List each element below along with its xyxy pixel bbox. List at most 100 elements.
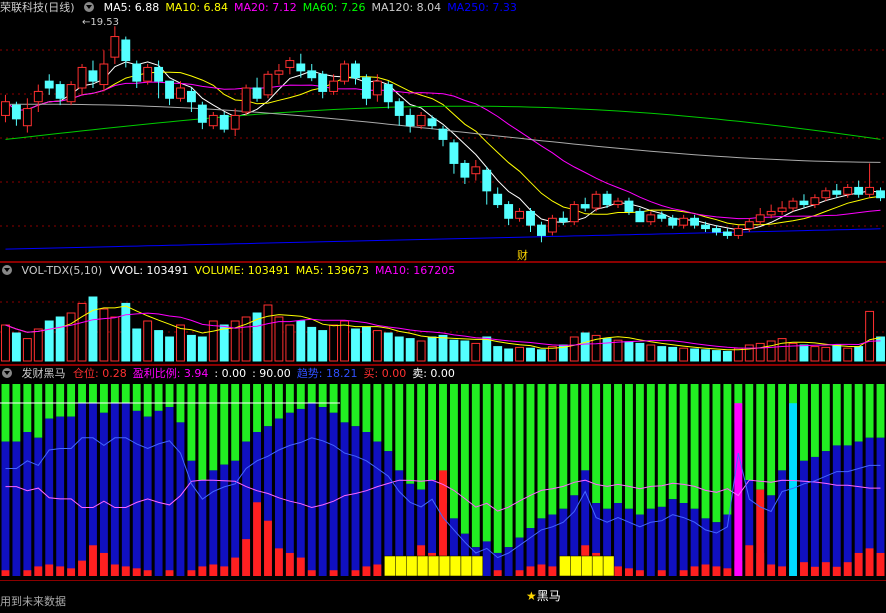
candle-body bbox=[55, 84, 65, 99]
volume-bar bbox=[307, 326, 317, 362]
indicator-green-bar bbox=[165, 384, 174, 408]
candle-body bbox=[821, 190, 831, 199]
candle-body bbox=[143, 66, 153, 82]
indicator-green-bar bbox=[778, 384, 787, 471]
candle-body bbox=[121, 39, 131, 62]
indicator-blue-bar bbox=[843, 445, 852, 576]
candle-body bbox=[613, 200, 623, 206]
candle-body bbox=[777, 207, 787, 212]
volume-bar bbox=[427, 336, 437, 362]
indicator-green-bar bbox=[504, 384, 513, 548]
black-horse-block bbox=[591, 555, 604, 577]
indicator-green-bar bbox=[657, 384, 666, 507]
indicator-green-bar bbox=[635, 384, 644, 515]
indicator-blue-bar bbox=[56, 416, 65, 576]
volume-bar bbox=[219, 324, 229, 362]
black-horse-block bbox=[438, 555, 451, 577]
candle-body bbox=[865, 186, 875, 195]
position-bar bbox=[296, 557, 305, 576]
indicator-chart[interactable] bbox=[0, 366, 886, 580]
indicator-green-bar bbox=[690, 384, 699, 509]
indicator-green-bar bbox=[78, 384, 86, 404]
volume-bar bbox=[690, 348, 700, 362]
indicator-green-bar bbox=[45, 384, 54, 419]
candle-body bbox=[307, 70, 317, 79]
position-bar bbox=[242, 539, 251, 576]
signal-bar bbox=[734, 403, 743, 576]
volume-bar bbox=[460, 340, 470, 362]
indicator-blue-bar bbox=[67, 416, 76, 576]
volume-bar bbox=[154, 330, 164, 362]
volume-bar bbox=[132, 328, 142, 362]
volume-bar bbox=[777, 338, 787, 362]
position-bar bbox=[45, 564, 54, 576]
position-bar bbox=[209, 564, 218, 576]
black-horse-block bbox=[395, 555, 407, 577]
candle-body bbox=[493, 193, 503, 206]
candle-body bbox=[854, 186, 864, 195]
indicator-green-bar bbox=[876, 384, 885, 438]
candle-body bbox=[329, 80, 339, 92]
candle-body bbox=[219, 114, 229, 130]
indicator-green-bar bbox=[362, 384, 371, 432]
volume-bar bbox=[471, 342, 481, 362]
candle-body bbox=[340, 63, 349, 82]
volume-bar bbox=[394, 336, 404, 362]
position-bar bbox=[110, 564, 119, 576]
position-bar bbox=[712, 566, 721, 576]
indicator-green-bar bbox=[264, 384, 272, 427]
candle-body bbox=[690, 217, 700, 226]
position-bar bbox=[865, 548, 874, 576]
position-bar bbox=[843, 562, 852, 576]
indicator-blue-bar bbox=[110, 403, 119, 576]
volume-chart[interactable] bbox=[0, 262, 886, 365]
black-horse-block bbox=[581, 555, 593, 577]
ma20-line bbox=[5, 81, 881, 220]
indicator-blue-bar bbox=[1, 441, 10, 576]
indicator-green-bar bbox=[581, 384, 590, 471]
indicator-green-bar bbox=[865, 384, 874, 438]
position-bar bbox=[778, 566, 787, 576]
volume-bar bbox=[821, 346, 831, 362]
indicator-green-bar bbox=[373, 384, 382, 442]
indicator-blue-bar bbox=[165, 407, 174, 576]
indicator-green-bar bbox=[800, 384, 808, 461]
volume-bar bbox=[66, 312, 76, 362]
ma10-line bbox=[5, 71, 881, 226]
volume-bar bbox=[613, 339, 623, 362]
indicator-green-bar bbox=[1, 384, 10, 442]
indicator-blue-bar bbox=[340, 422, 349, 576]
position-bar bbox=[635, 570, 644, 576]
indicator-green-bar bbox=[34, 384, 43, 438]
candle-body bbox=[405, 114, 415, 127]
candle-body bbox=[580, 204, 590, 209]
indicator-blue-bar bbox=[635, 514, 644, 576]
volume-bar bbox=[755, 342, 765, 362]
indicator-blue-bar bbox=[800, 460, 808, 576]
candle-body bbox=[351, 63, 360, 79]
position-bar bbox=[767, 564, 776, 576]
indicator-green-bar bbox=[67, 384, 76, 417]
candle-body bbox=[722, 231, 732, 236]
volume-bar bbox=[22, 338, 32, 362]
indicator-blue-bar bbox=[778, 470, 787, 576]
candle-body bbox=[602, 193, 612, 206]
indicator-green-bar bbox=[99, 384, 108, 413]
indicator-green-bar bbox=[417, 384, 426, 490]
indicator-green-bar bbox=[559, 384, 568, 509]
indicator-blue-bar bbox=[99, 412, 108, 576]
position-bar bbox=[625, 568, 633, 576]
position-bar bbox=[723, 568, 732, 576]
volume-bar bbox=[624, 341, 634, 362]
indicator-green-bar bbox=[428, 384, 436, 480]
candle-body bbox=[449, 142, 459, 164]
volume-bar bbox=[493, 346, 503, 362]
volume-bar bbox=[515, 346, 525, 362]
candle-body bbox=[547, 217, 557, 233]
indicator-green-bar bbox=[570, 384, 579, 496]
price-chart[interactable] bbox=[0, 0, 886, 262]
candle-body bbox=[252, 87, 262, 99]
indicator-blue-bar bbox=[132, 410, 141, 576]
volume-bar bbox=[176, 324, 185, 362]
indicator-blue-bar bbox=[78, 403, 86, 576]
